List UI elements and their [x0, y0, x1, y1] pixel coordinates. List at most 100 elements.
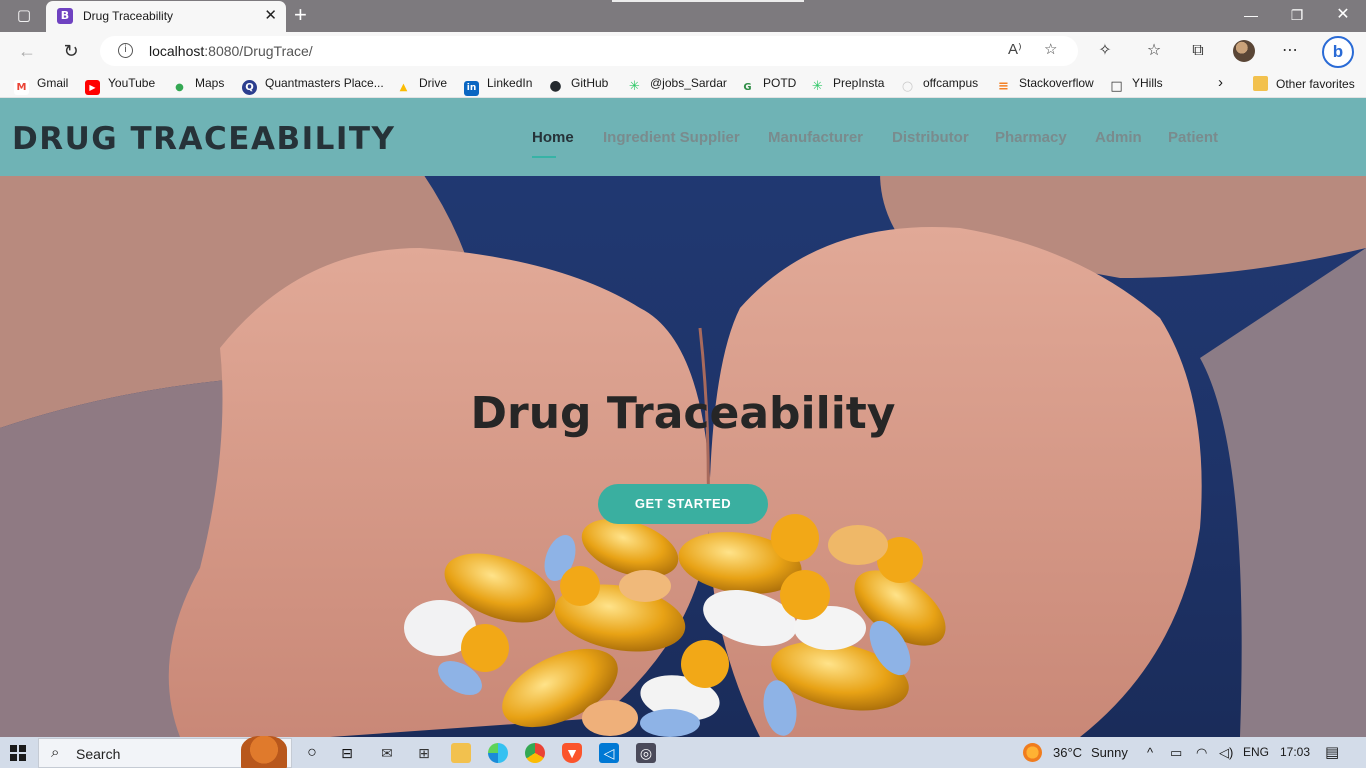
favorites-icon[interactable]: ☆ [1143, 40, 1165, 62]
windows-start-icon[interactable] [10, 745, 26, 761]
restore-icon[interactable]: ❐ [1274, 5, 1320, 25]
new-tab-icon[interactable]: + [294, 3, 307, 27]
vscode-icon[interactable]: ◁ [599, 743, 619, 763]
file-explorer-icon[interactable] [451, 743, 471, 763]
bookmarks-bar: M Gmail ▶ YouTube ● Maps Q Quantmasters Plac… [0, 70, 1366, 98]
nav-home[interactable]: Home [532, 129, 574, 158]
battery-icon[interactable]: ▭ [1170, 745, 1182, 761]
nav-pharmacy[interactable]: Pharmacy [995, 129, 1067, 146]
bookmark-label: Gmail [37, 76, 69, 90]
prepinsta-icon: ✳ [812, 79, 823, 94]
page-icon: □ [1110, 79, 1123, 94]
url-host: localhost [149, 43, 205, 59]
read-aloud-icon[interactable]: A⁾ [1008, 40, 1022, 58]
bing-chat-icon[interactable]: b [1322, 36, 1354, 68]
bookmark-label: Quantmasters Place... [265, 76, 384, 90]
store-icon[interactable]: ⊞ [414, 743, 434, 763]
bookmark-linkedin[interactable]: in LinkedIn [464, 76, 532, 96]
url-input[interactable]: i localhost:8080/DrugTrace/ A⁾ ☆ [100, 36, 1078, 66]
bootstrap-favicon-icon: B [57, 8, 73, 24]
bookmark-yhills[interactable]: □ YHills [1109, 76, 1163, 94]
bookmark-offcampus[interactable]: ○ offcampus [900, 76, 978, 94]
close-tab-icon[interactable]: ✕ [264, 7, 277, 25]
show-hidden-icons-chevron-icon[interactable]: ^ [1147, 745, 1153, 760]
edge-icon[interactable] [488, 743, 508, 763]
linkedin-icon: in [464, 81, 479, 96]
profile-avatar[interactable] [1233, 40, 1255, 62]
nav-admin[interactable]: Admin [1095, 129, 1142, 146]
bookmark-label: PrepInsta [833, 76, 885, 90]
bookmark-maps[interactable]: ● Maps [172, 76, 224, 95]
weather-sun-icon [1023, 743, 1042, 762]
refresh-icon[interactable]: ↻ [60, 40, 82, 62]
address-bar-row: ← ↻ i localhost:8080/DrugTrace/ A⁾ ☆ ✧ ☆… [0, 32, 1366, 70]
bookmark-label: LinkedIn [487, 76, 533, 90]
offcampus-icon: ○ [901, 79, 914, 94]
bookmark-label: @jobs_Sardar [650, 76, 727, 90]
collections-icon[interactable]: ⧉ [1187, 40, 1209, 62]
other-favorites-folder[interactable]: Other favorites [1253, 76, 1355, 91]
site-info-icon[interactable]: i [118, 43, 133, 58]
mail-icon[interactable]: ✉ [377, 743, 397, 763]
site-brand[interactable]: DRUG TRACEABILITY [12, 121, 395, 157]
browser-tab-active[interactable]: B Drug Traceability ✕ [46, 1, 286, 32]
url-path: :8080/DrugTrace/ [204, 43, 313, 59]
more-bookmarks-chevron-icon[interactable]: › [1218, 74, 1223, 91]
windows-taskbar: ⌕ Search ○ ⊟ ✉ ⊞ ▼ ◁ ◎ 36°C Sunny ^ ▭ ◠ … [0, 736, 1366, 768]
bookmark-label: POTD [763, 76, 797, 90]
stackoverflow-icon: ≡ [998, 79, 1009, 94]
task-view-icon[interactable]: ⊟ [337, 743, 357, 763]
bookmark-label: YHills [1132, 76, 1163, 90]
nav-manufacturer[interactable]: Manufacturer [768, 129, 863, 146]
bookmark-label: YouTube [108, 76, 156, 90]
drive-icon: ▲ [399, 82, 408, 93]
nav-patient[interactable]: Patient [1168, 129, 1218, 146]
nav-distributor[interactable]: Distributor [892, 129, 969, 146]
weather-condition[interactable]: Sunny [1091, 745, 1128, 760]
bookmark-drive[interactable]: ▲ Drive [396, 76, 447, 95]
gmail-icon: M [14, 80, 29, 95]
bookmark-stackoverflow[interactable]: ≡ Stackoverflow [996, 76, 1094, 94]
extensions-icon[interactable]: ✧ [1094, 40, 1116, 62]
cortana-icon[interactable]: ○ [302, 743, 322, 763]
add-favorite-icon[interactable]: ☆ [1044, 40, 1057, 58]
hero-title: Drug Traceability [470, 388, 896, 439]
search-label: Search [76, 746, 121, 762]
youtube-icon: ▶ [85, 80, 100, 95]
search-highlight-orangutan-icon [241, 736, 287, 768]
bookmark-jobs-sardar[interactable]: ✳ @jobs_Sardar [627, 76, 727, 94]
get-started-button[interactable]: GET STARTED [598, 484, 768, 524]
bookmark-label: Stackoverflow [1019, 76, 1094, 90]
tab-title: Drug Traceability [83, 9, 174, 23]
tab-actions-icon[interactable]: ▢ [14, 6, 34, 26]
volume-icon[interactable]: ◁) [1219, 745, 1233, 761]
back-icon[interactable]: ← [16, 40, 38, 62]
bookmark-quantmasters[interactable]: Q Quantmasters Place... [242, 76, 384, 95]
site-navbar: DRUG TRACEABILITY Home Ingredient Suppli… [0, 98, 1366, 176]
bookmark-prepinsta[interactable]: ✳ PrepInsta [810, 76, 884, 94]
close-window-icon[interactable]: ✕ [1320, 5, 1366, 25]
wifi-icon[interactable]: ◠ [1196, 745, 1207, 761]
github-icon: ● [549, 78, 562, 94]
drag-indicator [612, 0, 804, 2]
clock[interactable]: 17:03 [1280, 745, 1310, 759]
app-icon[interactable]: ◎ [636, 743, 656, 763]
web-page: DRUG TRACEABILITY Home Ingredient Suppli… [0, 98, 1366, 737]
language-indicator[interactable]: ENG [1243, 745, 1269, 759]
bookmark-gmail[interactable]: M Gmail [14, 76, 68, 95]
bookmark-potd[interactable]: G POTD [740, 76, 796, 95]
minimize-icon[interactable]: — [1228, 5, 1274, 25]
nav-ingredient-supplier[interactable]: Ingredient Supplier [603, 129, 740, 146]
notifications-icon[interactable]: ▤ [1325, 743, 1339, 761]
weather-temperature[interactable]: 36°C [1053, 745, 1082, 760]
chrome-icon[interactable] [525, 743, 545, 763]
bookmark-label: Drive [419, 76, 448, 90]
bookmark-youtube[interactable]: ▶ YouTube [85, 76, 155, 95]
jobs-sardar-icon: ✳ [629, 79, 640, 94]
more-menu-icon[interactable]: ⋯ [1279, 40, 1301, 62]
taskbar-search-box[interactable]: ⌕ Search [38, 736, 292, 768]
bookmark-label: Other favorites [1276, 77, 1355, 91]
bookmark-github[interactable]: ● GitHub [548, 76, 608, 94]
brave-icon[interactable]: ▼ [562, 743, 582, 763]
bookmark-label: offcampus [923, 76, 979, 90]
